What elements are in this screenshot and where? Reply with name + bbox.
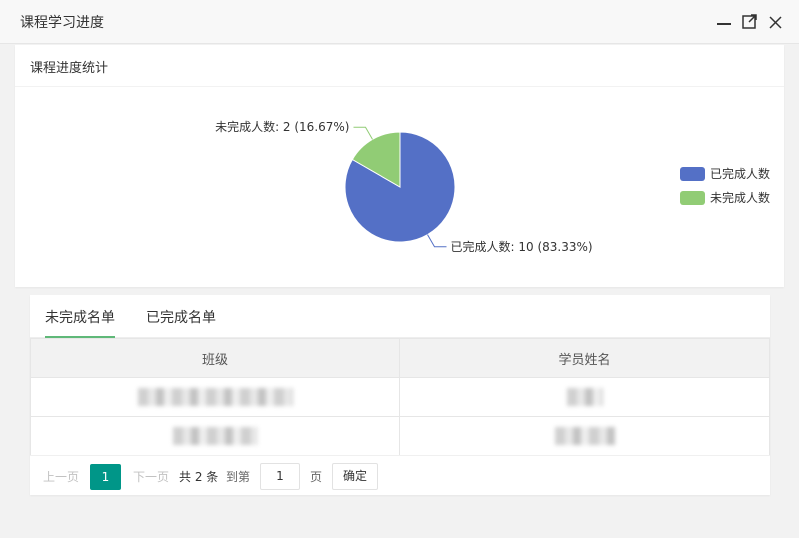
prev-page-link[interactable]: 上一页	[43, 468, 79, 485]
column-header-class: 班级	[30, 338, 400, 378]
current-page-button[interactable]: 1	[90, 464, 121, 490]
redacted-text	[554, 427, 615, 445]
legend-swatch[interactable]	[680, 191, 705, 205]
legend-label[interactable]: 已完成人数	[710, 166, 770, 181]
minimize-button[interactable]	[714, 12, 734, 32]
total-count: 共 2 条	[179, 470, 219, 484]
pie-slice-label: 已完成人数: 10 (83.33%)	[451, 239, 593, 254]
close-icon	[769, 16, 782, 29]
redacted-text	[137, 388, 293, 406]
maximize-button[interactable]	[740, 12, 760, 32]
window-title: 课程学习进度	[20, 15, 104, 31]
cell-student-name	[399, 416, 770, 456]
list-tabs: 未完成名单 已完成名单	[30, 295, 770, 338]
window-titlebar: 课程学习进度	[0, 0, 799, 44]
cell-student-name	[399, 377, 770, 417]
pie-label-line	[353, 126, 373, 140]
redacted-text	[172, 427, 258, 445]
redacted-text	[566, 388, 603, 406]
legend-label[interactable]: 未完成人数	[710, 190, 770, 205]
table-row	[30, 416, 770, 456]
legend-swatch[interactable]	[680, 167, 705, 181]
cell-class	[30, 416, 400, 456]
student-list-card: 未完成名单 已完成名单 班级 学员姓名 上一页 1 下一页 共 2 条 到第 1…	[30, 295, 770, 495]
next-page-link[interactable]: 下一页	[133, 468, 169, 485]
progress-pie-chart: 已完成人数: 10 (83.33%) 未完成人数: 2 (16.67%) 已完成人数…	[215, 119, 770, 254]
close-button[interactable]	[766, 12, 786, 32]
pie-label-line	[427, 234, 447, 248]
student-table: 班级 学员姓名	[30, 338, 770, 456]
pie-slice-label: 未完成人数: 2 (16.67%)	[215, 119, 349, 134]
progress-stats-card: 课程进度统计 已完成人数: 10 (83.33%) 未完成人数: 2 (16.67…	[15, 45, 784, 287]
cell-class	[30, 377, 400, 417]
minimize-icon	[717, 23, 731, 25]
confirm-goto-button[interactable]: 确定	[332, 463, 378, 490]
goto-label: 到第	[226, 470, 251, 484]
tab-incomplete[interactable]: 未完成名单	[45, 307, 115, 327]
goto-page-input[interactable]: 1	[260, 463, 300, 490]
tab-complete[interactable]: 已完成名单	[146, 307, 216, 327]
pagination: 上一页 1 下一页 共 2 条 到第 1 页 确定	[30, 455, 770, 495]
table-row	[30, 377, 770, 417]
table-header-row: 班级 学员姓名	[30, 338, 770, 378]
maximize-icon	[742, 14, 757, 29]
page-unit-label: 页	[310, 470, 323, 484]
column-header-student-name: 学员姓名	[399, 338, 770, 378]
